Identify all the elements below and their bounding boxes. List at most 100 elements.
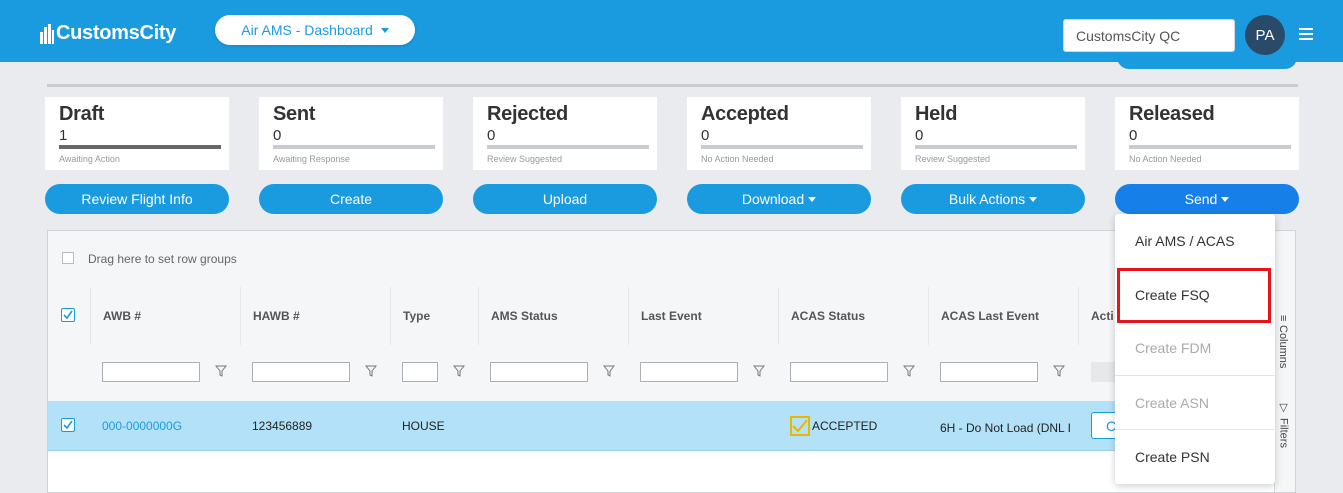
type-filter-input[interactable] bbox=[402, 362, 438, 382]
columns-icon: ≡ bbox=[1277, 315, 1289, 322]
button-label: Upload bbox=[542, 191, 588, 207]
avatar-initials: PA bbox=[1255, 26, 1275, 44]
upload-button[interactable]: Upload bbox=[473, 184, 657, 214]
logo-text: CustomsCity bbox=[56, 22, 177, 44]
button-label: Review Flight Info bbox=[81, 191, 193, 207]
ams-status-filter-input[interactable] bbox=[490, 362, 588, 382]
row-group-panel[interactable]: Drag here to set row groups bbox=[48, 231, 1295, 288]
card-progress-bar bbox=[59, 145, 221, 149]
customscity-logo[interactable]: CustomsCity bbox=[40, 22, 176, 45]
card-progress-bar bbox=[487, 145, 649, 149]
awb-filter-input[interactable] bbox=[102, 362, 200, 382]
column-header-label: AMS Status bbox=[491, 309, 558, 323]
button-label: Bulk Actions bbox=[948, 191, 1026, 207]
bulk-actions-button[interactable]: Bulk Actions bbox=[901, 184, 1085, 214]
card-title: Rejected bbox=[487, 103, 568, 125]
card-progress-bar bbox=[915, 145, 1077, 149]
organization-field[interactable]: CustomsCity QC bbox=[1063, 19, 1235, 52]
table-row[interactable]: 000-0000000G 123456889 HOUSE ACCEPTED 6H… bbox=[48, 401, 1295, 451]
status-card-rejected[interactable]: Rejected 0 Review Suggested bbox=[473, 97, 657, 170]
menu-item-create-fdm: Create FDM bbox=[1115, 321, 1275, 375]
columns-tab[interactable]: ≡ Columns bbox=[1277, 315, 1289, 369]
module-dropdown[interactable]: Air AMS - Dashboard bbox=[215, 15, 415, 45]
status-card-draft[interactable]: Draft 1 Awaiting Action bbox=[45, 97, 229, 170]
card-subtitle: Awaiting Response bbox=[273, 154, 350, 164]
hawb-cell: 123456889 bbox=[252, 418, 313, 433]
checkmark-icon bbox=[63, 310, 73, 320]
menu-item-air-ams-acas[interactable]: Air AMS / ACAS bbox=[1115, 214, 1275, 268]
grid-side-bar: ≡ Columns ▽ Filters bbox=[1274, 301, 1295, 492]
filter-funnel-icon[interactable] bbox=[603, 365, 615, 377]
download-button[interactable]: Download bbox=[687, 184, 871, 214]
menu-item-label: Air AMS / ACAS bbox=[1135, 233, 1235, 249]
button-label: Send bbox=[1184, 191, 1218, 207]
awb-link[interactable]: 000-0000000G bbox=[102, 401, 182, 450]
card-title: Held bbox=[915, 103, 958, 125]
row-group-icon bbox=[62, 252, 74, 264]
filter-funnel-icon[interactable] bbox=[215, 365, 227, 377]
card-subtitle: Awaiting Action bbox=[59, 154, 120, 164]
menu-item-label: Create FDM bbox=[1135, 340, 1212, 356]
user-avatar[interactable]: PA bbox=[1245, 15, 1285, 55]
card-title: Draft bbox=[59, 103, 105, 125]
last-event-filter-input[interactable] bbox=[640, 362, 738, 382]
create-button[interactable]: Create bbox=[259, 184, 443, 214]
button-label: Download bbox=[741, 191, 805, 207]
filter-tab-icon: ▽ bbox=[1277, 401, 1289, 414]
filter-funnel-icon[interactable] bbox=[453, 365, 465, 377]
type-cell: HOUSE bbox=[402, 418, 445, 433]
column-header-acas-last-event[interactable]: ACAS Last Event bbox=[928, 287, 1078, 345]
row-group-hint: Drag here to set row groups bbox=[88, 252, 237, 266]
acas-status-label: ACCEPTED bbox=[812, 418, 878, 433]
card-count: 0 bbox=[915, 127, 924, 144]
menu-item-create-asn: Create ASN bbox=[1115, 375, 1275, 429]
card-subtitle: No Action Needed bbox=[701, 154, 774, 164]
column-header-label: AWB # bbox=[103, 309, 142, 323]
acas-last-event-filter-input[interactable] bbox=[940, 362, 1038, 382]
module-dropdown-label: Air AMS - Dashboard bbox=[241, 22, 373, 38]
card-subtitle: Review Suggested bbox=[487, 154, 563, 164]
filter-funnel-icon[interactable] bbox=[365, 365, 377, 377]
status-card-sent[interactable]: Sent 0 Awaiting Response bbox=[259, 97, 443, 170]
filter-funnel-icon[interactable] bbox=[1053, 365, 1065, 377]
status-card-released[interactable]: Released 0 No Action Needed bbox=[1115, 97, 1299, 170]
menu-item-label: Create ASN bbox=[1135, 394, 1209, 411]
column-header-ams-status[interactable]: AMS Status bbox=[478, 287, 628, 345]
filter-funnel-icon[interactable] bbox=[753, 365, 765, 377]
filters-tab[interactable]: ▽ Filters bbox=[1277, 401, 1290, 448]
status-card-accepted[interactable]: Accepted 0 No Action Needed bbox=[687, 97, 871, 170]
column-header-hawb[interactable]: HAWB # bbox=[240, 287, 390, 345]
organization-field-value: CustomsCity QC bbox=[1076, 27, 1181, 44]
acas-status-filter-input[interactable] bbox=[790, 362, 888, 382]
column-header-last-event[interactable]: Last Event bbox=[628, 287, 778, 345]
card-count: 1 bbox=[59, 127, 68, 144]
column-header-awb[interactable]: AWB # bbox=[90, 287, 240, 345]
column-header-label: Type bbox=[403, 309, 431, 323]
hawb-filter-input[interactable] bbox=[252, 362, 350, 382]
filter-funnel-icon[interactable] bbox=[903, 365, 915, 377]
column-header-label: ACAS Status bbox=[791, 309, 866, 323]
shipments-grid: Drag here to set row groups AWB # HAWB #… bbox=[47, 230, 1296, 493]
card-count: 0 bbox=[1129, 127, 1138, 144]
hamburger-menu-icon[interactable] bbox=[1299, 28, 1313, 40]
send-dropdown-menu: Air AMS / ACAS Create FSQ Create FDM Cre… bbox=[1115, 214, 1275, 484]
top-navbar: CustomsCity Air AMS - Dashboard CustomsC… bbox=[0, 0, 1343, 62]
column-header-acas-status[interactable]: ACAS Status bbox=[778, 287, 928, 345]
column-header-label: ACAS Last Event bbox=[941, 309, 1040, 323]
card-title: Sent bbox=[273, 103, 316, 125]
button-label: Create bbox=[329, 191, 373, 207]
card-subtitle: No Action Needed bbox=[1129, 154, 1202, 164]
grid-header-row: AWB # HAWB # Type AMS Status Last Event … bbox=[48, 287, 1295, 346]
menu-item-create-psn[interactable]: Create PSN bbox=[1115, 429, 1275, 483]
send-button[interactable]: Send bbox=[1115, 184, 1299, 214]
acas-status-cell: ACCEPTED bbox=[790, 401, 877, 450]
hidden-button-edge bbox=[1117, 57, 1297, 69]
column-header-label: HAWB # bbox=[253, 309, 300, 323]
column-header-type[interactable]: Type bbox=[390, 287, 478, 345]
select-all-checkbox[interactable] bbox=[61, 308, 75, 322]
grid-filter-row bbox=[48, 345, 1295, 402]
status-card-held[interactable]: Held 0 Review Suggested bbox=[901, 97, 1085, 170]
card-count: 0 bbox=[487, 127, 496, 144]
review-flight-info-button[interactable]: Review Flight Info bbox=[45, 184, 229, 214]
row-checkbox[interactable] bbox=[61, 418, 75, 432]
